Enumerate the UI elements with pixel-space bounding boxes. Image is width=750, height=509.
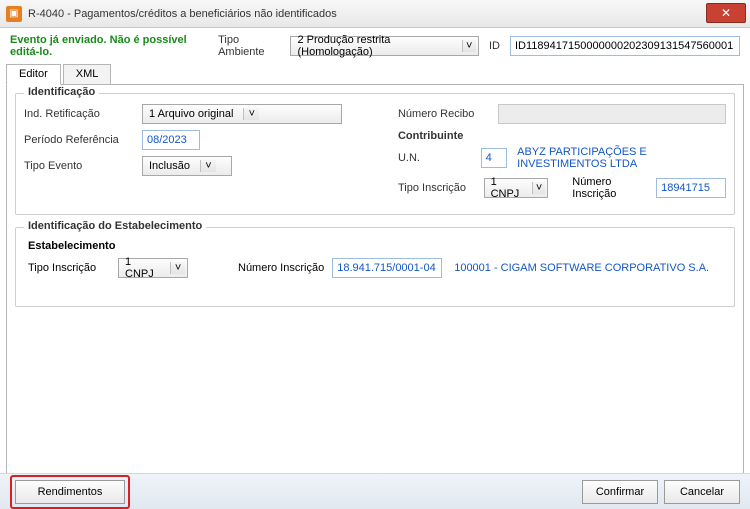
id-label: ID — [489, 40, 500, 52]
rendimentos-label: Rendimentos — [38, 486, 103, 498]
chevron-down-icon: ˅ — [243, 108, 259, 120]
tab-editor[interactable]: Editor — [6, 64, 61, 85]
contrib-numero-inscricao-field[interactable]: 18941715 — [656, 178, 726, 198]
rendimentos-highlight: Rendimentos — [10, 475, 130, 509]
footer-bar: Rendimentos Confirmar Cancelar — [0, 473, 750, 509]
identificacao-legend: Identificação — [24, 86, 99, 98]
numero-recibo-label: Número Recibo — [398, 108, 498, 120]
close-button[interactable]: ✕ — [706, 3, 746, 23]
window-title: R-4040 - Pagamentos/créditos a beneficiá… — [28, 8, 337, 20]
chevron-down-icon: ˅ — [170, 262, 185, 274]
un-value: 4 — [486, 152, 492, 164]
un-label: U.N. — [398, 152, 481, 164]
tipo-ambiente-label: Tipo Ambiente — [218, 34, 280, 58]
tabstrip: Editor XML — [6, 64, 750, 84]
estab-tipo-inscricao-label: Tipo Inscrição — [28, 262, 118, 274]
tipo-evento-select[interactable]: Inclusão ˅ — [142, 156, 232, 176]
contrib-tipo-inscricao-value: 1 CNPJ — [491, 176, 532, 200]
confirmar-button[interactable]: Confirmar — [582, 480, 658, 504]
numero-recibo-field — [498, 104, 726, 124]
periodo-ref-value: 08/2023 — [147, 134, 187, 146]
contrib-tipo-inscricao-select[interactable]: 1 CNPJ ˅ — [484, 178, 549, 198]
ind-retificacao-value: 1 Arquivo original — [149, 108, 243, 120]
tipo-evento-label: Tipo Evento — [24, 160, 142, 172]
estab-tipo-inscricao-select[interactable]: 1 CNPJ ˅ — [118, 258, 188, 278]
tipo-ambiente-value: 2 Produção restrita (Homologação) — [297, 34, 461, 58]
tipo-evento-value: Inclusão — [149, 160, 200, 172]
id-field: ID1189417150000000202309131547560001 — [510, 36, 740, 56]
close-icon: ✕ — [721, 6, 731, 20]
tab-editor-label: Editor — [19, 68, 48, 80]
estab-numero-inscricao-value: 18.941.715/0001-04 — [337, 262, 435, 274]
estab-legend: Identificação do Estabelecimento — [24, 220, 206, 232]
editor-panel: Identificação Ind. Retificação 1 Arquivo… — [6, 84, 744, 482]
estab-tipo-inscricao-value: 1 CNPJ — [125, 256, 170, 280]
chevron-down-icon: ˅ — [462, 40, 477, 52]
un-field[interactable]: 4 — [481, 148, 508, 168]
contrib-numero-inscricao-label: Número Inscrição — [572, 176, 646, 200]
tipo-ambiente-select[interactable]: 2 Produção restrita (Homologação) ˅ — [290, 36, 479, 56]
window-titlebar: ▣ R-4040 - Pagamentos/créditos a benefic… — [0, 0, 750, 28]
tab-xml[interactable]: XML — [63, 64, 112, 84]
contrib-numero-inscricao-value: 18941715 — [661, 182, 710, 194]
status-text: Evento já enviado. Não é possível editá-… — [10, 34, 208, 58]
estab-numero-inscricao-field[interactable]: 18.941.715/0001-04 — [332, 258, 442, 278]
ind-retificacao-label: Ind. Retificação — [24, 108, 142, 120]
chevron-down-icon: ˅ — [532, 182, 545, 194]
group-estabelecimento: Identificação do Estabelecimento Estabel… — [15, 227, 735, 307]
rendimentos-button[interactable]: Rendimentos — [15, 480, 125, 504]
cancelar-label: Cancelar — [680, 486, 724, 498]
tab-xml-label: XML — [76, 68, 99, 80]
cancelar-button[interactable]: Cancelar — [664, 480, 740, 504]
app-icon: ▣ — [6, 6, 22, 22]
header-row: Evento já enviado. Não é possível editá-… — [0, 28, 750, 62]
estab-sub-legend: Estabelecimento — [28, 240, 726, 252]
ind-retificacao-select[interactable]: 1 Arquivo original ˅ — [142, 104, 342, 124]
chevron-down-icon: ˅ — [200, 160, 216, 172]
contrib-tipo-inscricao-label: Tipo Inscrição — [398, 182, 484, 194]
periodo-ref-field[interactable]: 08/2023 — [142, 130, 200, 150]
estab-nome: 100001 - CIGAM SOFTWARE CORPORATIVO S.A. — [454, 262, 709, 274]
group-identificacao: Identificação Ind. Retificação 1 Arquivo… — [15, 93, 735, 215]
confirmar-label: Confirmar — [596, 486, 644, 498]
periodo-ref-label: Período Referência — [24, 134, 142, 146]
contribuinte-legend: Contribuinte — [398, 130, 726, 142]
id-value: ID1189417150000000202309131547560001 — [515, 40, 733, 52]
estab-numero-inscricao-label: Número Inscrição — [238, 262, 324, 274]
un-name: ABYZ PARTICIPAÇÕES E INVESTIMENTOS LTDA — [517, 146, 726, 170]
